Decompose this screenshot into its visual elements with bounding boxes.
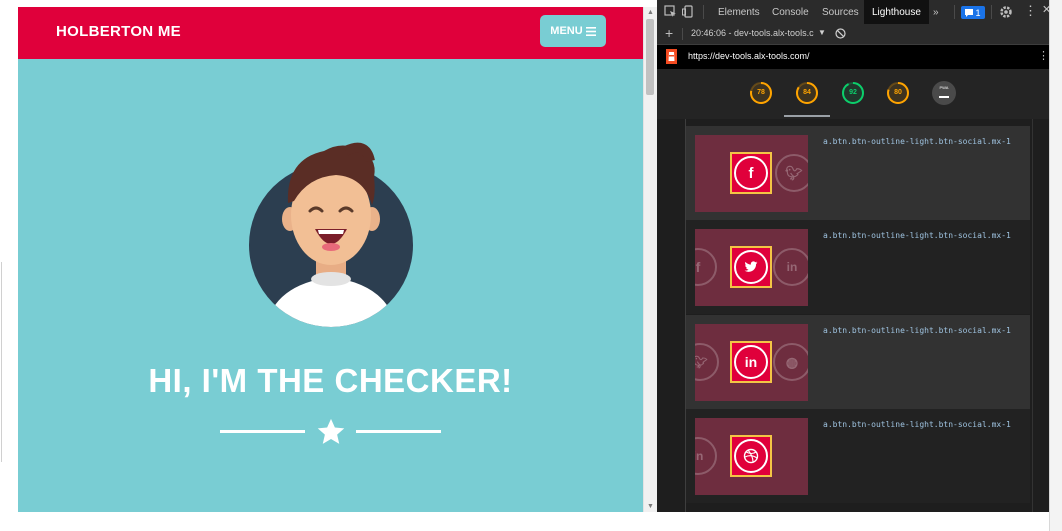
tabbar-separator	[991, 5, 992, 19]
gauge-pwa-label: PWA	[939, 85, 949, 90]
gauge-seo-score[interactable]: 80	[886, 89, 910, 96]
element-screenshot: 🐦︎ f	[695, 135, 808, 212]
active-gauge-underline	[784, 115, 830, 117]
menu-button-label: MENU	[550, 25, 583, 37]
audit-item[interactable]: in a.btn.btn-outline-light.btn-social.mx…	[686, 409, 1030, 503]
gauge-performance-score[interactable]: 78	[749, 89, 773, 96]
facebook-ghost-icon: f	[695, 248, 717, 286]
tab-sources[interactable]: Sources	[822, 0, 859, 24]
highlight-box: in	[730, 341, 772, 383]
hero-title: HI, I'M THE CHECKER!	[148, 362, 513, 399]
divider-line-left	[220, 430, 305, 433]
gauge-best-practices-score[interactable]: 92	[841, 89, 865, 96]
tab-console[interactable]: Console	[772, 0, 809, 24]
issues-badge[interactable]: 1	[961, 6, 985, 19]
report-menu-icon[interactable]: ⋮	[1038, 49, 1049, 62]
scroll-thumb[interactable]	[646, 19, 654, 95]
element-screenshot: 🐦︎ ◍ in	[695, 324, 808, 401]
avatar	[249, 142, 413, 327]
issues-count: 1	[975, 7, 981, 18]
dribbble-ghost-icon: ◍	[773, 343, 808, 381]
element-selector[interactable]: a.btn.btn-outline-light.btn-social.mx-1	[823, 420, 1011, 429]
report-url-bar: https://dev-tools.alx-tools.com/ ⋮	[657, 45, 1049, 69]
message-icon	[965, 8, 974, 17]
website-viewport: HOLBERTON ME MENU HI, I'M THE CHECKER!	[18, 7, 643, 512]
dribbble-icon	[734, 439, 768, 473]
twitter-ghost-icon: 🐦︎	[775, 154, 808, 192]
close-icon[interactable]: ✕	[1042, 3, 1049, 16]
score-gauges: 78 84 92 80 PWA	[657, 69, 1049, 119]
lighthouse-logo-icon	[666, 49, 677, 64]
element-selector[interactable]: a.btn.btn-outline-light.btn-social.mx-1	[823, 137, 1011, 146]
element-selector[interactable]: a.btn.btn-outline-light.btn-social.mx-1	[823, 326, 1011, 335]
more-tabs-icon[interactable]: »	[933, 0, 939, 26]
toolbar-separator	[682, 28, 683, 40]
tab-elements[interactable]: Elements	[718, 0, 760, 24]
element-selector[interactable]: a.btn.btn-outline-light.btn-social.mx-1	[823, 231, 1011, 240]
devtools-scrollbar[interactable]	[1032, 119, 1049, 512]
device-toolbar-icon[interactable]	[682, 5, 695, 18]
window-divider	[1, 262, 2, 462]
linkedin-ghost-icon: in	[773, 248, 808, 286]
navbar-brand[interactable]: HOLBERTON ME	[56, 23, 181, 40]
audit-item[interactable]: 🐦︎ f a.btn.btn-outline-light.btn-social.…	[686, 126, 1030, 220]
gear-icon[interactable]	[999, 5, 1013, 19]
report-selector[interactable]: 20:46:06 - dev-tools.alx-tools.c	[691, 28, 814, 38]
highlight-box	[730, 246, 772, 288]
window-left-margin	[0, 0, 18, 531]
gauge-accessibility-score[interactable]: 84	[795, 89, 819, 96]
tabbar-separator	[954, 5, 955, 19]
navbar: HOLBERTON ME MENU	[18, 7, 643, 59]
devtools-tabbar: Elements Console Sources Lighthouse » 1 …	[657, 0, 1049, 25]
twitter-ghost-icon: 🐦︎	[695, 343, 719, 381]
devtools-menu-icon[interactable]: ⋮	[1024, 3, 1037, 19]
inspect-element-icon[interactable]	[664, 5, 677, 18]
element-screenshot: in	[695, 418, 808, 495]
clear-icon[interactable]	[835, 28, 846, 39]
element-screenshot: f in	[695, 229, 808, 306]
page-scrollbar[interactable]: ▲ ▼	[643, 7, 657, 512]
tab-lighthouse[interactable]: Lighthouse	[864, 0, 929, 24]
hamburger-icon	[585, 26, 596, 36]
highlight-box: f	[730, 152, 772, 194]
linkedin-ghost-icon: in	[695, 437, 717, 475]
window-bottom-margin	[0, 512, 1062, 531]
linkedin-icon: in	[734, 345, 768, 379]
audit-item[interactable]: 🐦︎ ◍ in a.btn.btn-outline-light.btn-soci…	[686, 315, 1030, 409]
audit-details: 🐦︎ f a.btn.btn-outline-light.btn-social.…	[657, 119, 1032, 512]
devtools-panel: Elements Console Sources Lighthouse » 1 …	[657, 0, 1049, 512]
scroll-down-icon[interactable]: ▼	[647, 503, 654, 510]
new-report-icon[interactable]: +	[665, 25, 673, 41]
tabbar-separator	[703, 5, 704, 19]
lighthouse-toolbar: + 20:46:06 - dev-tools.alx-tools.c ▼	[657, 24, 1049, 45]
star-icon	[317, 418, 345, 444]
highlight-box	[730, 435, 772, 477]
divider-line-right	[356, 430, 441, 433]
gauge-pwa-indicator	[939, 96, 949, 98]
audited-url[interactable]: https://dev-tools.alx-tools.com/	[688, 51, 810, 61]
menu-button[interactable]: MENU	[540, 15, 606, 47]
window-right-scrollbar[interactable]	[1049, 0, 1062, 531]
audit-item[interactable]: f in a.btn.btn-outline-light.btn-social.…	[686, 220, 1030, 314]
scroll-up-icon[interactable]: ▲	[647, 9, 654, 16]
facebook-icon: f	[734, 156, 768, 190]
chevron-down-icon[interactable]: ▼	[818, 28, 826, 37]
twitter-icon	[734, 250, 768, 284]
